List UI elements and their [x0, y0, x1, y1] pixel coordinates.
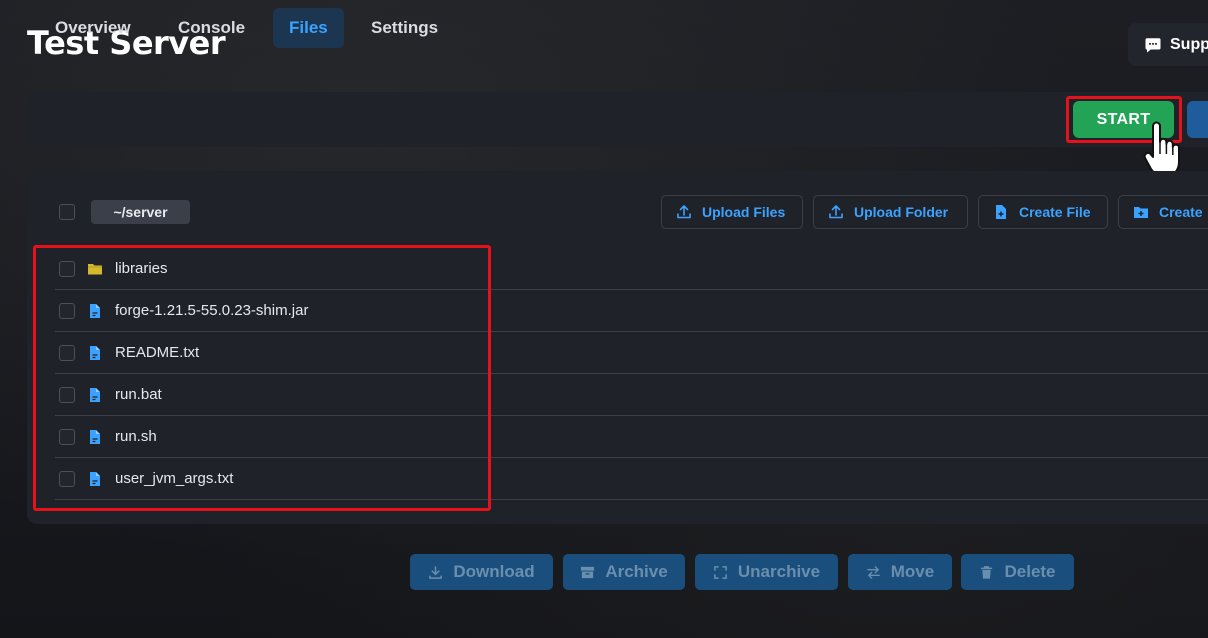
- expand-icon: [714, 565, 727, 579]
- hand-cursor-icon: [1143, 121, 1180, 177]
- tab-overview[interactable]: Overview: [39, 8, 147, 48]
- delete-label: Delete: [1004, 562, 1056, 581]
- upload-icon: [677, 205, 691, 219]
- upload-files-label: Upload Files: [702, 204, 786, 220]
- archive-icon: [581, 566, 595, 578]
- folder-plus-icon: [1134, 207, 1148, 218]
- file-list-highlight-box: [33, 245, 491, 511]
- tab-settings[interactable]: Settings: [355, 8, 454, 48]
- chat-icon: [1145, 37, 1161, 52]
- select-all-checkbox[interactable]: [59, 204, 75, 220]
- create-file-label: Create File: [1019, 204, 1091, 220]
- archive-label: Archive: [605, 562, 668, 581]
- upload-folder-label: Upload Folder: [854, 204, 949, 220]
- upload-icon: [829, 205, 843, 219]
- download-icon: [429, 565, 443, 579]
- file-plus-icon: [996, 205, 1006, 219]
- create-folder-label: Create: [1159, 204, 1203, 220]
- download-button[interactable]: Download: [410, 554, 553, 590]
- move-label: Move: [890, 562, 935, 581]
- current-path: ~/server: [91, 200, 190, 224]
- trash-icon: [981, 565, 993, 579]
- delete-button[interactable]: Delete: [961, 554, 1074, 590]
- support-label: Supp: [1170, 35, 1208, 53]
- create-file-button[interactable]: Create File: [978, 195, 1108, 229]
- move-button[interactable]: Move: [848, 554, 952, 590]
- server-nav: [27, 92, 1208, 147]
- unarchive-label: Unarchive: [737, 562, 821, 581]
- tab-files[interactable]: Files: [273, 8, 344, 48]
- create-folder-button[interactable]: Create: [1118, 195, 1208, 229]
- restart-button[interactable]: [1187, 101, 1208, 138]
- unarchive-button[interactable]: Unarchive: [695, 554, 838, 590]
- upload-files-button[interactable]: Upload Files: [661, 195, 803, 229]
- support-button[interactable]: Supp: [1128, 23, 1208, 66]
- swap-arrows-icon: [866, 565, 880, 579]
- upload-folder-button[interactable]: Upload Folder: [813, 195, 968, 229]
- archive-button[interactable]: Archive: [563, 554, 685, 590]
- tab-console[interactable]: Console: [162, 8, 261, 48]
- download-label: Download: [453, 562, 535, 581]
